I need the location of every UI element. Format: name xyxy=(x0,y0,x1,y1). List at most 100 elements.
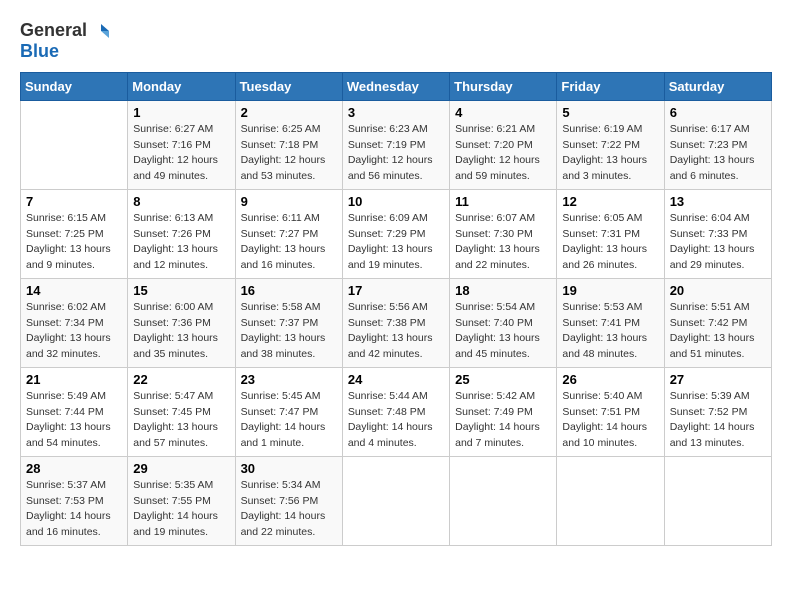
day-number: 29 xyxy=(133,461,229,476)
calendar-day-cell: 18 Sunrise: 5:54 AM Sunset: 7:40 PM Dayli… xyxy=(450,278,557,367)
calendar-week-row: 14 Sunrise: 6:02 AM Sunset: 7:34 PM Dayli… xyxy=(21,278,772,367)
calendar-day-cell xyxy=(21,100,128,189)
calendar-day-cell: 8 Sunrise: 6:13 AM Sunset: 7:26 PM Daylig… xyxy=(128,189,235,278)
calendar-day-cell: 1 Sunrise: 6:27 AM Sunset: 7:16 PM Daylig… xyxy=(128,100,235,189)
calendar-day-cell: 7 Sunrise: 6:15 AM Sunset: 7:25 PM Daylig… xyxy=(21,189,128,278)
day-number: 8 xyxy=(133,194,229,209)
day-number: 24 xyxy=(348,372,444,387)
day-number: 13 xyxy=(670,194,766,209)
calendar-body: 1 Sunrise: 6:27 AM Sunset: 7:16 PM Daylig… xyxy=(21,100,772,545)
weekday-cell: Saturday xyxy=(664,72,771,100)
calendar-week-row: 7 Sunrise: 6:15 AM Sunset: 7:25 PM Daylig… xyxy=(21,189,772,278)
day-info: Sunrise: 5:49 AM Sunset: 7:44 PM Dayligh… xyxy=(26,389,122,452)
day-number: 28 xyxy=(26,461,122,476)
day-info: Sunrise: 6:11 AM Sunset: 7:27 PM Dayligh… xyxy=(241,211,337,274)
day-number: 23 xyxy=(241,372,337,387)
calendar-day-cell xyxy=(450,456,557,545)
calendar-day-cell xyxy=(664,456,771,545)
day-number: 9 xyxy=(241,194,337,209)
calendar-day-cell: 14 Sunrise: 6:02 AM Sunset: 7:34 PM Dayli… xyxy=(21,278,128,367)
day-info: Sunrise: 5:56 AM Sunset: 7:38 PM Dayligh… xyxy=(348,300,444,363)
day-number: 15 xyxy=(133,283,229,298)
calendar-day-cell: 13 Sunrise: 6:04 AM Sunset: 7:33 PM Dayli… xyxy=(664,189,771,278)
calendar-day-cell xyxy=(342,456,449,545)
calendar-day-cell: 23 Sunrise: 5:45 AM Sunset: 7:47 PM Dayli… xyxy=(235,367,342,456)
calendar-day-cell: 6 Sunrise: 6:17 AM Sunset: 7:23 PM Daylig… xyxy=(664,100,771,189)
day-info: Sunrise: 6:19 AM Sunset: 7:22 PM Dayligh… xyxy=(562,122,658,185)
calendar-day-cell: 15Sunrise: 6:00 AM Sunset: 7:36 PM Dayli… xyxy=(128,278,235,367)
day-number: 20 xyxy=(670,283,766,298)
calendar-day-cell: 3Sunrise: 6:23 AM Sunset: 7:19 PM Daylig… xyxy=(342,100,449,189)
day-number: 21 xyxy=(26,372,122,387)
day-number: 4 xyxy=(455,105,551,120)
calendar-day-cell: 30 Sunrise: 5:34 AM Sunset: 7:56 PM Dayli… xyxy=(235,456,342,545)
day-info: Sunrise: 6:05 AM Sunset: 7:31 PM Dayligh… xyxy=(562,211,658,274)
day-info: Sunrise: 5:39 AM Sunset: 7:52 PM Dayligh… xyxy=(670,389,766,452)
calendar-day-cell: 26Sunrise: 5:40 AM Sunset: 7:51 PM Dayli… xyxy=(557,367,664,456)
calendar-day-cell: 25 Sunrise: 5:42 AM Sunset: 7:49 PM Dayli… xyxy=(450,367,557,456)
calendar-day-cell: 21 Sunrise: 5:49 AM Sunset: 7:44 PM Dayli… xyxy=(21,367,128,456)
day-info: Sunrise: 6:21 AM Sunset: 7:20 PM Dayligh… xyxy=(455,122,551,185)
day-number: 25 xyxy=(455,372,551,387)
weekday-header-row: SundayMondayTuesdayWednesdayThursdayFrid… xyxy=(21,72,772,100)
calendar-day-cell: 29 Sunrise: 5:35 AM Sunset: 7:55 PM Dayli… xyxy=(128,456,235,545)
weekday-cell: Monday xyxy=(128,72,235,100)
day-number: 10 xyxy=(348,194,444,209)
day-number: 18 xyxy=(455,283,551,298)
calendar-day-cell: 2 Sunrise: 6:25 AM Sunset: 7:18 PM Daylig… xyxy=(235,100,342,189)
day-number: 30 xyxy=(241,461,337,476)
day-info: Sunrise: 6:27 AM Sunset: 7:16 PM Dayligh… xyxy=(133,122,229,185)
day-info: Sunrise: 5:42 AM Sunset: 7:49 PM Dayligh… xyxy=(455,389,551,452)
day-number: 5 xyxy=(562,105,658,120)
day-number: 14 xyxy=(26,283,122,298)
day-number: 12 xyxy=(562,194,658,209)
calendar-day-cell: 16 Sunrise: 5:58 AM Sunset: 7:37 PM Dayli… xyxy=(235,278,342,367)
logo-bird-icon xyxy=(89,20,111,42)
day-info: Sunrise: 6:02 AM Sunset: 7:34 PM Dayligh… xyxy=(26,300,122,363)
calendar-day-cell: 24Sunrise: 5:44 AM Sunset: 7:48 PM Dayli… xyxy=(342,367,449,456)
day-info: Sunrise: 5:37 AM Sunset: 7:53 PM Dayligh… xyxy=(26,478,122,541)
day-number: 6 xyxy=(670,105,766,120)
day-number: 17 xyxy=(348,283,444,298)
day-number: 16 xyxy=(241,283,337,298)
logo: General Blue xyxy=(20,20,111,62)
day-info: Sunrise: 5:45 AM Sunset: 7:47 PM Dayligh… xyxy=(241,389,337,452)
calendar-table: SundayMondayTuesdayWednesdayThursdayFrid… xyxy=(20,72,772,546)
calendar-week-row: 1 Sunrise: 6:27 AM Sunset: 7:16 PM Daylig… xyxy=(21,100,772,189)
day-info: Sunrise: 6:25 AM Sunset: 7:18 PM Dayligh… xyxy=(241,122,337,185)
weekday-cell: Thursday xyxy=(450,72,557,100)
day-info: Sunrise: 6:13 AM Sunset: 7:26 PM Dayligh… xyxy=(133,211,229,274)
calendar-day-cell: 11 Sunrise: 6:07 AM Sunset: 7:30 PM Dayli… xyxy=(450,189,557,278)
day-info: Sunrise: 5:47 AM Sunset: 7:45 PM Dayligh… xyxy=(133,389,229,452)
day-info: Sunrise: 5:51 AM Sunset: 7:42 PM Dayligh… xyxy=(670,300,766,363)
header: General Blue xyxy=(20,20,772,62)
calendar-day-cell: 5 Sunrise: 6:19 AM Sunset: 7:22 PM Daylig… xyxy=(557,100,664,189)
weekday-cell: Sunday xyxy=(21,72,128,100)
day-info: Sunrise: 6:09 AM Sunset: 7:29 PM Dayligh… xyxy=(348,211,444,274)
calendar-week-row: 28 Sunrise: 5:37 AM Sunset: 7:53 PM Dayli… xyxy=(21,456,772,545)
day-info: Sunrise: 6:15 AM Sunset: 7:25 PM Dayligh… xyxy=(26,211,122,274)
calendar-day-cell: 19Sunrise: 5:53 AM Sunset: 7:41 PM Dayli… xyxy=(557,278,664,367)
day-number: 11 xyxy=(455,194,551,209)
calendar-day-cell: 27Sunrise: 5:39 AM Sunset: 7:52 PM Dayli… xyxy=(664,367,771,456)
day-number: 1 xyxy=(133,105,229,120)
day-number: 7 xyxy=(26,194,122,209)
day-info: Sunrise: 5:35 AM Sunset: 7:55 PM Dayligh… xyxy=(133,478,229,541)
day-info: Sunrise: 6:07 AM Sunset: 7:30 PM Dayligh… xyxy=(455,211,551,274)
calendar-day-cell: 4 Sunrise: 6:21 AM Sunset: 7:20 PM Daylig… xyxy=(450,100,557,189)
day-info: Sunrise: 5:40 AM Sunset: 7:51 PM Dayligh… xyxy=(562,389,658,452)
day-info: Sunrise: 5:58 AM Sunset: 7:37 PM Dayligh… xyxy=(241,300,337,363)
calendar-day-cell xyxy=(557,456,664,545)
calendar-day-cell: 17 Sunrise: 5:56 AM Sunset: 7:38 PM Dayli… xyxy=(342,278,449,367)
day-info: Sunrise: 5:34 AM Sunset: 7:56 PM Dayligh… xyxy=(241,478,337,541)
day-number: 22 xyxy=(133,372,229,387)
day-info: Sunrise: 5:53 AM Sunset: 7:41 PM Dayligh… xyxy=(562,300,658,363)
logo-text: General Blue xyxy=(20,20,111,62)
calendar-day-cell: 9 Sunrise: 6:11 AM Sunset: 7:27 PM Daylig… xyxy=(235,189,342,278)
day-info: Sunrise: 6:04 AM Sunset: 7:33 PM Dayligh… xyxy=(670,211,766,274)
day-info: Sunrise: 5:54 AM Sunset: 7:40 PM Dayligh… xyxy=(455,300,551,363)
day-number: 2 xyxy=(241,105,337,120)
day-info: Sunrise: 6:17 AM Sunset: 7:23 PM Dayligh… xyxy=(670,122,766,185)
calendar-day-cell: 20 Sunrise: 5:51 AM Sunset: 7:42 PM Dayli… xyxy=(664,278,771,367)
calendar-day-cell: 10 Sunrise: 6:09 AM Sunset: 7:29 PM Dayli… xyxy=(342,189,449,278)
